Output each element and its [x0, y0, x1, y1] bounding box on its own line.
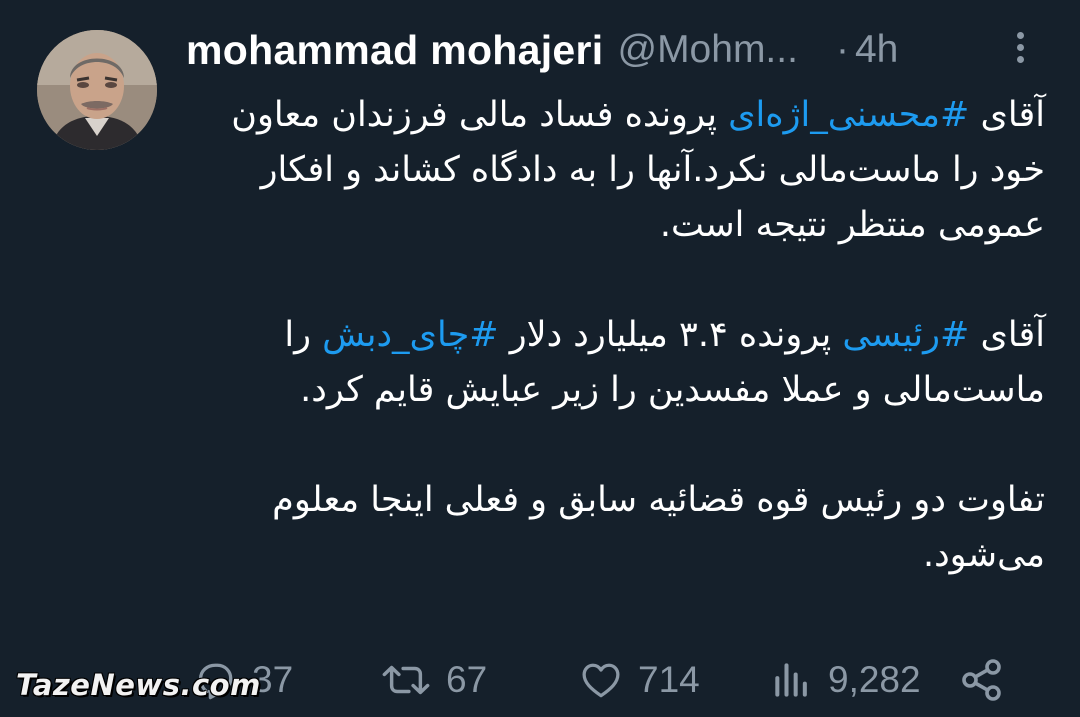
retweet-button[interactable]: 67: [380, 650, 487, 710]
avatar-photo: [37, 30, 157, 150]
like-count: 714: [638, 659, 700, 700]
text-segment: پرونده ۳.۴ میلیارد دلار: [498, 315, 843, 355]
like-button[interactable]: 714: [578, 650, 700, 710]
text-segment: آقای: [969, 95, 1045, 135]
separator-dot: ·: [835, 28, 849, 71]
tweet-time[interactable]: 4h: [855, 28, 898, 72]
retweet-count: 67: [446, 659, 488, 700]
share-button[interactable]: [958, 650, 1006, 710]
hashtag-link[interactable]: #رئیسی: [842, 315, 969, 355]
hashtag-link[interactable]: #محسنی_اژه‌ای: [728, 95, 969, 135]
retweet-icon: [382, 665, 430, 695]
tweet-paragraph-2: آقای #رئیسی پرونده ۳.۴ میلیارد دلار #چای…: [190, 308, 1045, 418]
tweet-header: mohammad mohajeri @Mohm... · 4h: [186, 22, 1066, 78]
tweet-card: mohammad mohajeri @Mohm... · 4h آقای #مح…: [0, 0, 1080, 717]
author-name[interactable]: mohammad mohajeri: [186, 27, 603, 74]
views-chart-icon: [775, 663, 807, 697]
author-handle[interactable]: @Mohm...: [617, 28, 797, 72]
more-dot: [1016, 44, 1024, 51]
views-button[interactable]: 9,282: [770, 650, 921, 710]
heart-icon: [582, 663, 620, 698]
tweet-paragraph-1: آقای #محسنی_اژه‌ای پرونده فساد مالی فرزن…: [190, 88, 1045, 253]
text-segment: آقای: [969, 315, 1045, 355]
hashtag-link[interactable]: #چای_دبش: [322, 315, 498, 355]
tweet-paragraph-3: تفاوت دو رئیس قوه قضائیه سابق و فعلی این…: [272, 480, 1045, 575]
tweet-text: آقای #محسنی_اژه‌ای پرونده فساد مالی فرزن…: [190, 88, 1045, 583]
more-dot: [1016, 32, 1024, 39]
views-count: 9,282: [828, 659, 921, 700]
share-icon: [962, 659, 1001, 701]
more-dot: [1016, 56, 1024, 63]
avatar[interactable]: [37, 30, 157, 150]
watermark: TazeNews.com: [16, 668, 261, 702]
more-vertical-icon[interactable]: [1005, 28, 1035, 78]
